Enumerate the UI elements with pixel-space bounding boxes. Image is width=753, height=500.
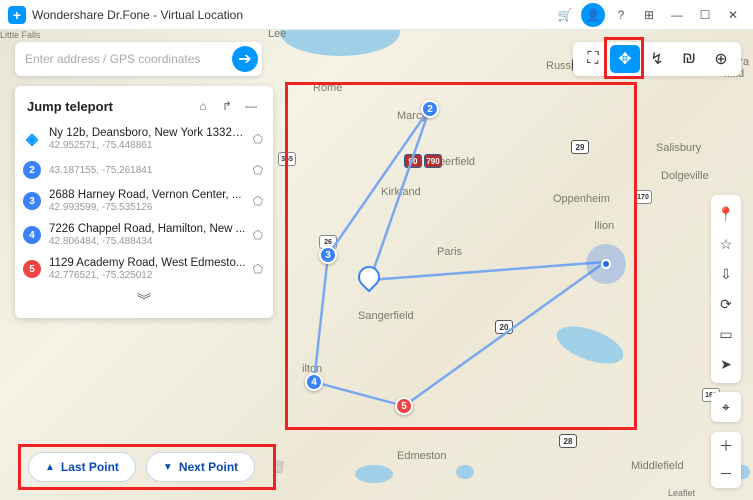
city-label: Paris [437,246,462,258]
one-stop-route-icon[interactable]: ↯ [642,45,672,73]
road-shield-i790: 790 [424,154,442,168]
route-item-coord: 43.187155, -75.261841 [49,165,249,176]
road-shield-20: 20 [495,320,513,334]
route-item[interactable]: 4 7226 Chappel Road, Hamilton, New ... 4… [15,218,273,252]
joystick-mode-icon[interactable]: ⊕ [706,45,736,73]
waypoint-4[interactable]: 4 [305,373,323,391]
search-input[interactable] [25,52,232,66]
road-shield-29: 29 [571,140,589,154]
endpoint-marker[interactable] [586,244,626,284]
route-item-name: 1129 Academy Road, West Edmesto... [49,257,249,269]
road-shield-28: 28 [559,434,577,448]
route-item-coord: 42.806484, -75.488434 [49,236,249,247]
zoom-out-button[interactable]: － [712,460,740,488]
user-avatar-icon[interactable]: 👤 [581,3,605,27]
minimize-button[interactable]: — [665,3,689,27]
fullscreen-icon[interactable]: ⛶ [578,45,608,73]
route-item-coord: 42.952571, -75.448861 [49,140,249,151]
expand-list-button[interactable]: ︾ [15,286,273,310]
panel-export-icon[interactable]: ↱ [217,96,237,116]
waypoint-3[interactable]: 3 [319,246,337,264]
favorite-toggle-icon[interactable]: ⬠ [253,228,263,242]
route-item-coord: 42.993599, -75.535126 [49,202,249,213]
history-icon[interactable]: ⟳ [713,291,739,317]
waypoint-badge: 3 [23,192,41,210]
search-box: ➔ [15,42,262,76]
titlebar: + Wondershare Dr.Fone - Virtual Location… [0,0,753,30]
city-label: Edmeston [397,450,447,462]
city-label: Oppenheim [553,193,610,205]
app-icon: + [8,6,26,24]
favorite-toggle-icon[interactable]: ⬠ [253,163,263,177]
cart-icon[interactable]: 🛒 [553,3,577,27]
favorite-toggle-icon[interactable]: ⬠ [253,262,263,276]
footer-buttons: ▲Last Point ▼Next Point 🗑 [28,452,286,482]
google-map-icon[interactable]: 📍 [713,201,739,227]
road-shield-170: 170 [634,190,652,204]
waypoint-badge: 5 [23,260,41,278]
navigation-icon[interactable]: ➤ [713,351,739,377]
close-button[interactable]: ✕ [721,3,745,27]
city-label: Ilion [594,220,614,232]
zoom-control: ＋ － [711,432,741,488]
road-shield-365: 365 [278,152,296,166]
mode-toolbar: ⛶ ✥ ↯ ₪ ⊕ [573,42,741,76]
start-marker-icon[interactable] [353,261,384,292]
panel-collapse-icon[interactable]: — [241,96,261,116]
main-area: Lee Rome Russia Terra Mild Marcy Deerfie… [0,30,753,500]
city-label: Kirkland [381,186,421,198]
route-item-name: 2688 Harney Road, Vernon Center, ... [49,189,249,201]
city-label: Sangerfield [358,310,414,322]
city-label: Rome [313,82,342,94]
waypoint-5[interactable]: 5 [395,397,413,415]
road-shield-i90: 90 [404,154,422,168]
last-point-label: Last Point [61,460,119,474]
multi-stop-route-icon[interactable]: ₪ [674,45,704,73]
route-item[interactable]: 3 2688 Harney Road, Vernon Center, ... 4… [15,184,273,218]
search-go-button[interactable]: ➔ [232,46,258,72]
city-label: Dolgeville [661,170,709,182]
waypoint-badge: 2 [23,161,41,179]
panel-title: Jump teleport [27,99,189,114]
teleport-panel: Jump teleport ⌂ ↱ — ◈ Ny 12b, Deansboro,… [15,86,273,318]
favorite-toggle-icon[interactable]: ⬠ [253,132,263,146]
city-label: Middlefield [631,460,684,472]
app-title: Wondershare Dr.Fone - Virtual Location [32,8,549,22]
city-label: Little Falls [0,30,41,40]
panel-home-icon[interactable]: ⌂ [193,96,213,116]
favorite-icon[interactable]: ☆ [713,231,739,257]
city-label: Salisbury [656,142,701,154]
import-icon[interactable]: ⇩ [713,261,739,287]
last-point-button[interactable]: ▲Last Point [28,452,136,482]
delete-route-icon[interactable]: 🗑 [271,460,286,474]
route-item-name: 7226 Chappel Road, Hamilton, New ... [49,223,249,235]
route-item-coord: 42.776521, -75.325012 [49,270,249,281]
next-point-label: Next Point [179,460,238,474]
route-item[interactable]: 2 43.187155, -75.261841 ⬠ [15,156,273,184]
side-toolbar: 📍 ☆ ⇩ ⟳ ▭ ➤ [711,195,741,383]
route-item[interactable]: 5 1129 Academy Road, West Edmesto... 42.… [15,252,273,286]
city-label: Lee [268,30,286,40]
locate-me-button[interactable]: ⌖ [711,392,741,422]
next-point-button[interactable]: ▼Next Point [146,452,255,482]
device-icon[interactable]: ▭ [713,321,739,347]
zoom-in-button[interactable]: ＋ [712,432,740,460]
help-icon[interactable]: ? [609,3,633,27]
waypoint-badge: 4 [23,226,41,244]
route-item[interactable]: ◈ Ny 12b, Deansboro, New York 13328, Un.… [15,122,273,156]
maximize-button[interactable]: ☐ [693,3,717,27]
waypoint-2[interactable]: 2 [421,100,439,118]
teleport-mode-icon[interactable]: ✥ [610,45,640,73]
route-item-name: Ny 12b, Deansboro, New York 13328, Un... [49,127,249,139]
favorite-toggle-icon[interactable]: ⬠ [253,194,263,208]
map-attribution: Leaflet [668,488,695,498]
start-pin-icon: ◈ [23,130,41,148]
feedback-icon[interactable]: ⊞ [637,3,661,27]
